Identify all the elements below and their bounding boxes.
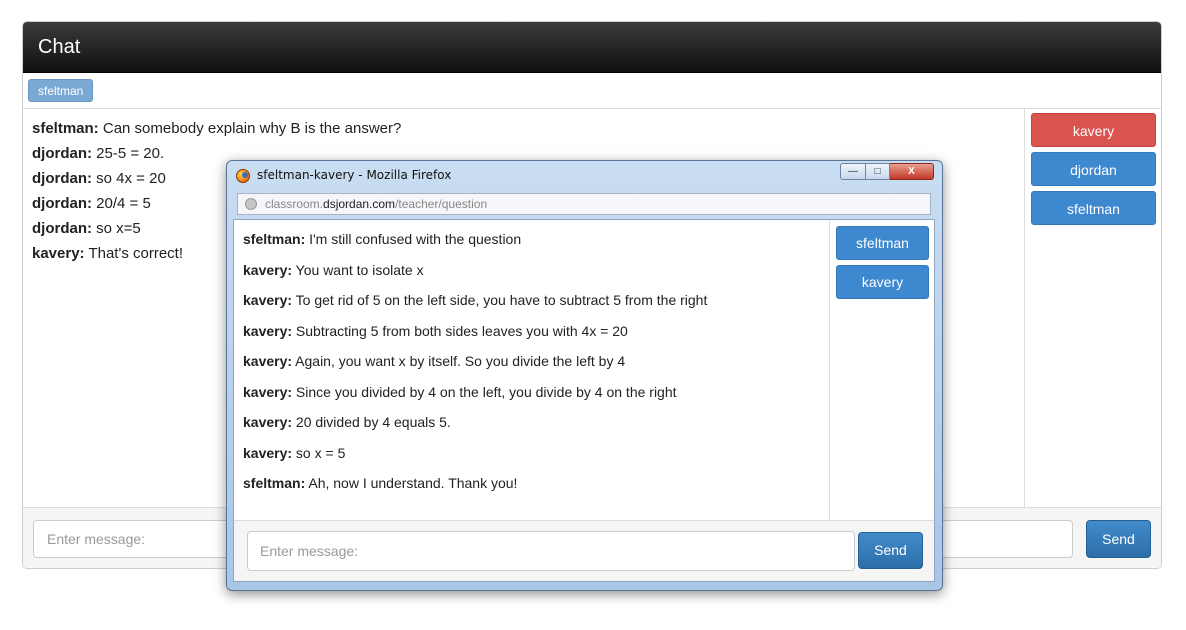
message: kavery: 20 divided by 4 equals 5. (243, 413, 829, 444)
popup-send-button[interactable]: Send (858, 532, 923, 569)
message-text: 20 divided by 4 equals 5. (292, 414, 451, 430)
message-text: Again, you want x by itself. So you divi… (292, 353, 626, 369)
url-prefix: classroom. (265, 197, 324, 211)
message-author: kavery: (243, 292, 293, 308)
popup-window: sfeltman-kavery - Mozilla Firefox — □ X … (226, 160, 943, 591)
message-author: sfeltman: (243, 231, 306, 247)
message-text: That's correct! (84, 245, 183, 262)
user-button-djordan[interactable]: djordan (1031, 152, 1156, 186)
message-text: Ah, now I understand. Thank you! (305, 475, 518, 491)
message-text: You want to isolate x (292, 261, 424, 278)
window-controls: — □ X (840, 163, 934, 182)
url-path: /teacher/question (395, 197, 488, 211)
message-author: djordan: (32, 145, 92, 162)
message-text: I'm still confused with the question (305, 231, 522, 247)
message: kavery: You want to isolate x (243, 261, 829, 292)
firefox-icon (236, 169, 250, 183)
url-bar[interactable]: classroom.dsjordan.com/teacher/question (237, 193, 931, 215)
message: sfeltman: Can somebody explain why B is … (32, 119, 1024, 144)
popup-user-list: sfeltman kavery (836, 226, 930, 304)
message-author: djordan: (32, 220, 92, 237)
message-author: kavery: (32, 245, 85, 262)
message: kavery: To get rid of 5 on the left side… (243, 291, 829, 322)
message: sfeltman: Ah, now I understand. Thank yo… (243, 474, 829, 505)
message-author: kavery: (243, 322, 293, 339)
message-text: 25-5 = 20. (92, 145, 165, 162)
message-author: djordan: (32, 170, 92, 187)
message-text: so x=5 (92, 220, 141, 237)
message: kavery: so x = 5 (243, 444, 829, 475)
message-text: so x = 5 (292, 444, 346, 461)
tab-sfeltman[interactable]: sfeltman (28, 79, 94, 102)
tab-bar: sfeltman (23, 73, 1161, 109)
globe-icon (245, 198, 257, 210)
message-author: kavery: (243, 414, 293, 430)
message-author: sfeltman: (243, 475, 306, 491)
message-text: Subtracting 5 from both sides leaves you… (292, 322, 628, 339)
popup-footer: Enter message: Send (234, 520, 934, 581)
user-button-sfeltman[interactable]: sfeltman (1031, 191, 1156, 225)
user-button-kavery[interactable]: kavery (836, 265, 929, 299)
message: kavery: Subtracting 5 from both sides le… (243, 322, 829, 353)
message-author: kavery: (243, 383, 293, 400)
user-button-kavery[interactable]: kavery (1031, 113, 1156, 147)
window-titlebar[interactable]: sfeltman-kavery - Mozilla Firefox — □ X (227, 161, 942, 189)
user-button-sfeltman[interactable]: sfeltman (836, 226, 929, 260)
popup-message-list: sfeltman: I'm still confused with the qu… (234, 220, 830, 520)
message-author: sfeltman: (32, 120, 99, 137)
popup-content: sfeltman: I'm still confused with the qu… (233, 219, 935, 582)
message-text: To get rid of 5 on the left side, you ha… (292, 292, 708, 308)
close-button[interactable]: X (890, 163, 934, 180)
message-text: Can somebody explain why B is the answer… (98, 120, 402, 137)
send-button[interactable]: Send (1086, 520, 1151, 558)
window-title: sfeltman-kavery - Mozilla Firefox (257, 168, 452, 182)
message: sfeltman: I'm still confused with the qu… (243, 230, 829, 261)
message-text: so 4x = 20 (92, 170, 166, 187)
message: kavery: Again, you want x by itself. So … (243, 352, 829, 383)
message-author: kavery: (243, 261, 293, 278)
message-author: kavery: (243, 353, 293, 369)
chat-header: Chat (23, 22, 1161, 73)
message-author: djordan: (32, 195, 92, 212)
url-domain: dsjordan.com (323, 197, 396, 211)
message-text: 20/4 = 5 (92, 195, 151, 212)
message-author: kavery: (243, 444, 293, 461)
minimize-button[interactable]: — (840, 163, 866, 180)
maximize-button[interactable]: □ (866, 163, 890, 180)
message: kavery: Since you divided by 4 on the le… (243, 383, 829, 414)
popup-message-input[interactable]: Enter message: (247, 531, 855, 571)
user-list: kavery djordan sfeltman (1031, 113, 1157, 230)
chat-title: Chat (38, 36, 81, 58)
message-text: Since you divided by 4 on the left, you … (292, 383, 677, 400)
